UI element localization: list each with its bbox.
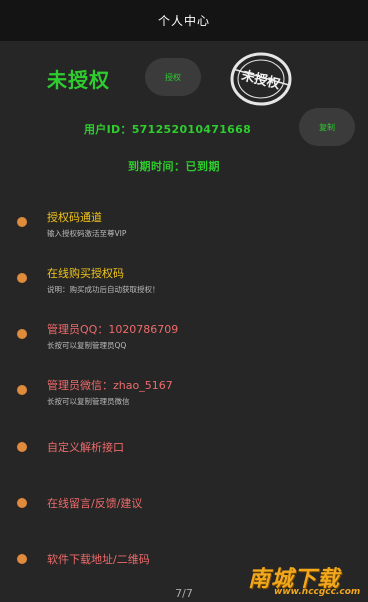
watermark-url: www.nccgcc.com: [274, 587, 361, 597]
bullet-icon: [17, 329, 27, 339]
menu-item-subtitle: 长按可以复制管理员微信: [47, 397, 130, 406]
menu-item-admin-wechat[interactable]: 管理员微信：zhao_5167 长按可以复制管理员微信: [0, 373, 368, 413]
bullet-icon: [17, 273, 27, 283]
menu-item-subtitle: 说明：购买成功后自动获取授权！: [47, 285, 160, 294]
auth-status-title: 未授权: [47, 68, 110, 92]
watermark-logo: 南城下载 www.nccgcc.com: [246, 561, 364, 601]
bullet-icon: [17, 385, 27, 395]
menu-item-label: 管理员微信：zhao_5167: [47, 379, 173, 392]
menu-item-auth-code[interactable]: 授权码通道 输入授权码激活至尊VIP: [0, 205, 368, 245]
menu-item-feedback[interactable]: 在线留言/反馈/建议: [0, 493, 368, 533]
page-title: 个人中心: [157, 14, 210, 28]
menu-item-subtitle: 输入授权码激活至尊VIP: [47, 229, 127, 238]
bullet-icon: [17, 217, 27, 227]
menu-item-buy-code[interactable]: 在线购买授权码 说明：购买成功后自动获取授权！: [0, 261, 368, 301]
bullet-icon: [17, 498, 27, 508]
menu-item-label: 软件下载地址/二维码: [47, 553, 150, 566]
menu-item-custom-api[interactable]: 自定义解析接口: [0, 437, 368, 477]
user-id: 用户ID：571252010471668: [84, 123, 252, 136]
stamp-text: 未授权: [239, 67, 283, 92]
menu-item-subtitle: 长按可以复制管理员QQ: [47, 341, 127, 350]
menu-item-label: 自定义解析接口: [47, 441, 124, 454]
authorize-button[interactable]: 授权: [145, 58, 201, 96]
menu-item-label: 管理员QQ：1020786709: [47, 323, 179, 336]
bullet-icon: [17, 442, 27, 452]
unauthorized-stamp-icon: 未授权: [229, 51, 293, 107]
menu-item-label: 授权码通道: [47, 211, 102, 224]
expire-time: 到期时间：已到期: [128, 160, 220, 173]
top-bar: 个人中心: [0, 0, 368, 41]
bullet-icon: [17, 554, 27, 564]
menu-item-admin-qq[interactable]: 管理员QQ：1020786709 长按可以复制管理员QQ: [0, 317, 368, 357]
menu-item-label: 在线购买授权码: [47, 267, 124, 280]
copy-button[interactable]: 复制: [299, 108, 355, 146]
menu-item-label: 在线留言/反馈/建议: [47, 497, 143, 510]
